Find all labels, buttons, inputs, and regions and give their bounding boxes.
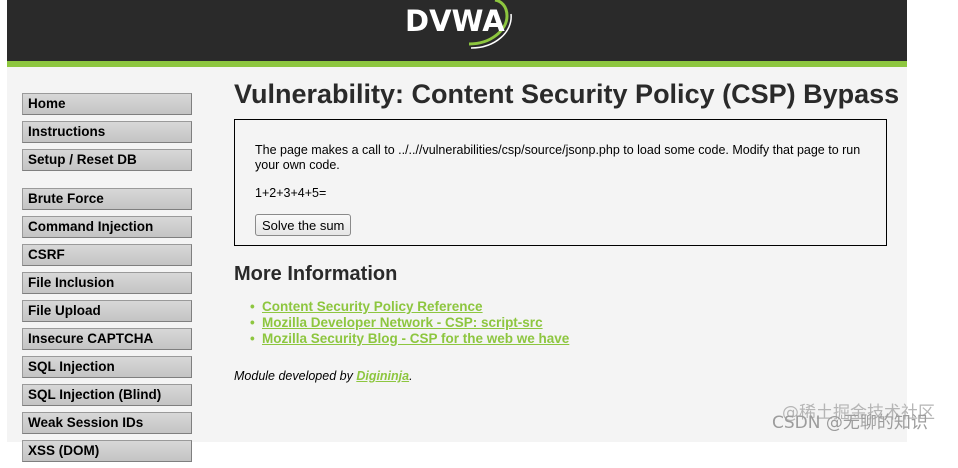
sidebar-item-command-injection[interactable]: Command Injection [22,216,192,238]
sidebar-item-sql-injection[interactable]: SQL Injection [22,356,192,378]
sidebar-menu-main: Home Instructions Setup / Reset DB [22,93,192,177]
page-container: DVWA Home Instructions Setup / Reset DB … [7,0,907,462]
sidebar-item-insecure-captcha[interactable]: Insecure CAPTCHA [22,328,192,350]
main-content: Vulnerability: Content Security Policy (… [234,72,900,383]
sidebar-item-xss-dom[interactable]: XSS (DOM) [22,440,192,462]
link-csp-reference[interactable]: Content Security Policy Reference [262,299,483,314]
header-accent-stripe [7,61,907,67]
list-item: • Mozilla Developer Network - CSP: scrip… [250,315,569,331]
more-information-heading: More Information [234,263,398,285]
watermark-line-2: CSDN @无聊的知识 [772,413,928,433]
sidebar-item-brute-force[interactable]: Brute Force [22,188,192,210]
logo-text: DVWA [405,4,505,38]
sidebar-item-setup-reset-db[interactable]: Setup / Reset DB [22,149,192,171]
sidebar-item-file-inclusion[interactable]: File Inclusion [22,272,192,294]
link-mdn-csp-script-src[interactable]: Mozilla Developer Network - CSP: script-… [262,315,543,330]
sidebar-item-file-upload[interactable]: File Upload [22,300,192,322]
list-item: • Mozilla Security Blog - CSP for the we… [250,331,569,347]
module-credit: Module developed by Digininja. [234,369,413,383]
credit-suffix: . [409,369,413,383]
bullet-icon: • [250,299,255,314]
bullet-icon: • [250,331,255,346]
link-mozilla-security-blog[interactable]: Mozilla Security Blog - CSP for the web … [262,331,569,346]
description-text: The page makes a call to ../..//vulnerab… [255,143,861,172]
header-bar: DVWA [7,0,907,61]
sidebar-menu-vulnerabilities: Brute Force Command Injection CSRF File … [22,188,192,468]
sidebar-item-weak-session-ids[interactable]: Weak Session IDs [22,412,192,434]
dvwa-logo[interactable]: DVWA [399,0,519,52]
sidebar-item-sql-injection-blind[interactable]: SQL Injection (Blind) [22,384,192,406]
page-title: Vulnerability: Content Security Policy (… [234,79,900,109]
credit-author-link[interactable]: Digininja [356,369,409,383]
vulnerability-box: The page makes a call to ../..//vulnerab… [234,119,887,246]
reference-links-list: • Content Security Policy Reference • Mo… [250,299,569,347]
sidebar-item-instructions[interactable]: Instructions [22,121,192,143]
sidebar-item-csrf[interactable]: CSRF [22,244,192,266]
watermark: @稀土掘金技术社区 CSDN @无聊的知识 [772,405,935,432]
solve-sum-button[interactable]: Solve the sum [255,214,352,236]
sidebar-item-home[interactable]: Home [22,93,192,115]
bullet-icon: • [250,315,255,330]
sum-expression: 1+2+3+4+5= [255,186,327,200]
credit-prefix: Module developed by [234,369,357,383]
list-item: • Content Security Policy Reference [250,299,569,315]
